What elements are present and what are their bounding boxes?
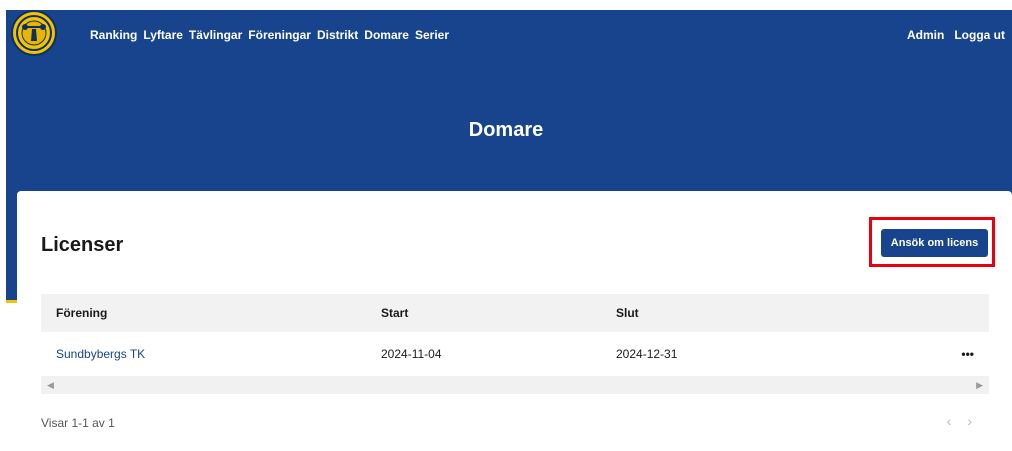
horizontal-scrollbar[interactable]: ◀ ▶ — [41, 376, 989, 394]
scroll-left-icon[interactable]: ◀ — [47, 380, 54, 391]
nav-item-distrikt[interactable]: Distrikt — [317, 28, 358, 42]
apply-license-button[interactable]: Ansök om licens — [881, 229, 988, 257]
main-nav: Ranking Lyftare Tävlingar Föreningar Dis… — [90, 28, 449, 42]
previous-page-icon[interactable]: ‹ — [947, 413, 952, 429]
licenses-card: Licenser Ansök om licens Förening Start … — [17, 191, 1012, 451]
federation-logo-icon[interactable] — [11, 10, 57, 56]
pagination: ‹ › — [947, 413, 972, 429]
nav-item-domare[interactable]: Domare — [364, 28, 409, 42]
nav-item-admin[interactable]: Admin — [907, 28, 944, 42]
page-title: Domare — [468, 119, 544, 141]
next-page-icon[interactable]: › — [967, 413, 972, 429]
table-row: Sundbybergs TK 2024-11-04 2024-12-31 ••• — [41, 332, 989, 376]
nav-item-lyftare[interactable]: Lyftare — [143, 28, 183, 42]
nav-item-serier[interactable]: Serier — [415, 28, 449, 42]
club-link[interactable]: Sundbybergs TK — [56, 347, 145, 361]
column-header-slut[interactable]: Slut — [616, 306, 916, 320]
card-title: Licenser — [41, 234, 124, 256]
accent-stripe — [6, 300, 17, 303]
column-header-forening[interactable]: Förening — [41, 306, 381, 320]
licenses-table: Förening Start Slut Sundbybergs TK 2024-… — [41, 294, 989, 394]
table-header: Förening Start Slut — [41, 294, 989, 332]
column-header-start[interactable]: Start — [381, 306, 616, 320]
nav-item-tavlingar[interactable]: Tävlingar — [189, 28, 242, 42]
user-nav: Admin Logga ut — [907, 28, 1005, 42]
nav-item-ranking[interactable]: Ranking — [90, 28, 137, 42]
end-date-cell: 2024-12-31 — [616, 347, 678, 361]
nav-item-foreningar[interactable]: Föreningar — [248, 28, 311, 42]
pagination-summary: Visar 1-1 av 1 — [41, 416, 115, 430]
scroll-right-icon[interactable]: ▶ — [976, 380, 983, 391]
logout-link[interactable]: Logga ut — [954, 28, 1005, 42]
row-actions-icon[interactable]: ••• — [916, 347, 989, 361]
start-date-cell: 2024-11-04 — [381, 347, 442, 361]
